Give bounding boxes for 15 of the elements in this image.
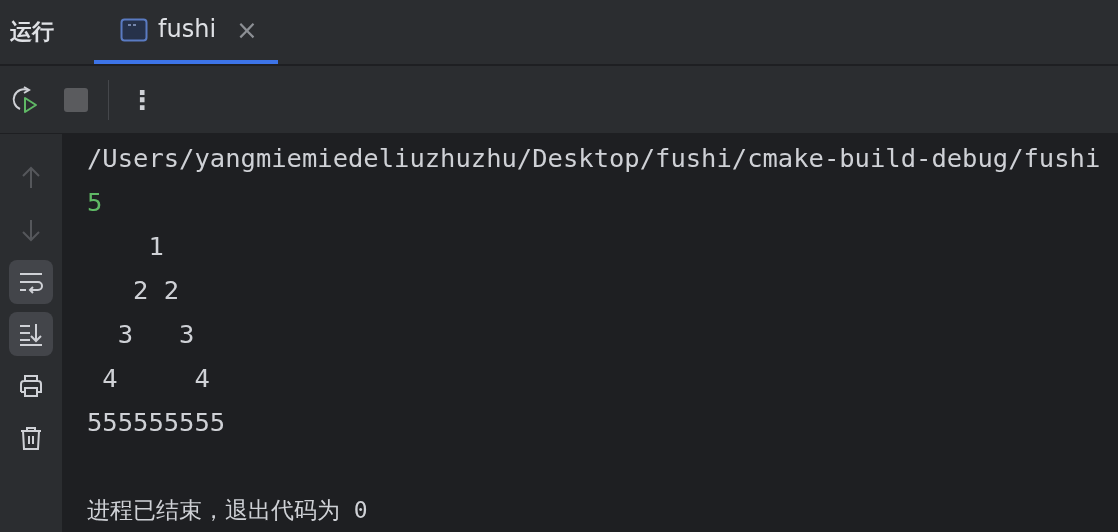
output-line: 4 4 xyxy=(101,362,211,395)
command-line: /Users/yangmiemiedeliuzhuzhu/Desktop/fushi/cmake-build-debug/fushi xyxy=(87,142,1101,175)
rerun-icon[interactable] xyxy=(10,84,40,115)
soft-wrap-icon[interactable] xyxy=(9,260,53,304)
output-line: 555555555 xyxy=(87,406,227,439)
exit-message: 进程已结束，退出代码为 0 xyxy=(87,496,369,525)
more-button[interactable]: ⋮ xyxy=(129,84,155,115)
scroll-to-end-icon[interactable] xyxy=(9,312,53,356)
output-line: 1 xyxy=(147,230,165,263)
output-line: 2 2 xyxy=(132,274,181,307)
panel-title: 运行 xyxy=(9,18,55,46)
input-line: 5 xyxy=(87,186,104,219)
output-line: 3 3 xyxy=(116,318,196,351)
terminal-icon xyxy=(120,18,148,42)
close-button[interactable]: × xyxy=(236,15,258,45)
